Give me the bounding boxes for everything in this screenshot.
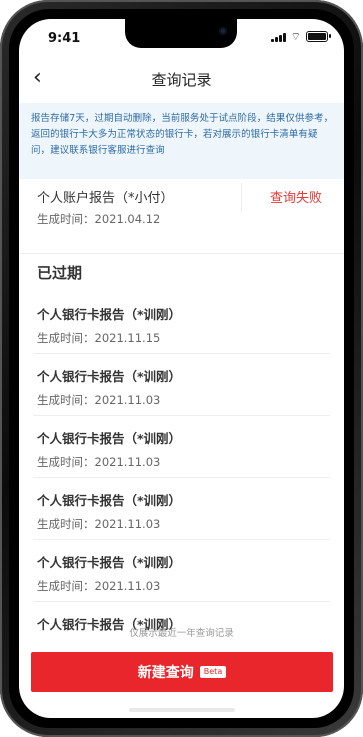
footnote: 仅展示最近一年查询记录 <box>129 628 234 639</box>
wifi-icon: ⌔ <box>290 29 301 43</box>
navbar: ‹ 查询记录 <box>19 61 344 99</box>
list-item[interactable]: 个人银行卡报告（*训刚） 生成时间：2021.11.03 <box>19 354 344 416</box>
expired-section-header: 已过期 <box>37 264 83 282</box>
beta-badge: Beta <box>199 666 227 678</box>
divider <box>241 183 242 213</box>
screen: 9:41 ⌔ ‹ 查询记录 报告存储7天，过期自动删除，当前服务处于试点阶段，结… <box>19 19 344 718</box>
battery-icon <box>306 31 331 42</box>
list-item-time: 生成时间：2021.11.03 <box>37 455 161 469</box>
list-item[interactable]: 个人银行卡报告（*训刚） 生成时间：2021.11.03 <box>19 540 344 602</box>
expired-list: 个人银行卡报告（*训刚） 生成时间：2021.11.15 个人银行卡报告（*训刚… <box>19 292 344 652</box>
list-item[interactable]: 个人银行卡报告（*训刚） 生成时间：2021.11.15 <box>19 292 344 354</box>
list-item-title: 个人银行卡报告（*训刚） <box>37 555 182 570</box>
list-item-title: 个人银行卡报告（*训刚） <box>37 493 182 508</box>
camera-icon <box>219 27 227 35</box>
home-indicator <box>129 708 235 712</box>
signal-icon <box>270 32 286 42</box>
list-item[interactable]: 个人银行卡报告（*训刚） 生成时间：2021.11.03 <box>19 478 344 540</box>
record-title: 个人账户报告（*小付） <box>37 191 174 206</box>
list-item-title: 个人银行卡报告（*训刚） <box>37 369 182 384</box>
status-icons: ⌔ <box>270 29 331 43</box>
new-query-button[interactable]: 新建查询 Beta <box>31 652 333 692</box>
list-item[interactable]: 个人银行卡报告（*训刚） 生成时间：2021.11.03 <box>19 416 344 478</box>
phone-frame: 9:41 ⌔ ‹ 查询记录 报告存储7天，过期自动删除，当前服务处于试点阶段，结… <box>0 0 363 737</box>
status-badge: 查询失败 <box>270 191 323 206</box>
list-item-time: 生成时间：2021.11.03 <box>37 393 161 407</box>
list-item-title: 个人银行卡报告（*训刚） <box>37 431 182 446</box>
page-title: 查询记录 <box>151 71 212 89</box>
current-record-card[interactable]: 个人账户报告（*小付） 生成时间：2021.04.12 查询失败 <box>19 181 344 254</box>
status-time: 9:41 <box>48 31 81 46</box>
list-item-title: 个人银行卡报告（*训刚） <box>37 307 182 322</box>
list-item-time: 生成时间：2021.11.03 <box>37 517 161 531</box>
list-item-time: 生成时间：2021.11.15 <box>37 331 161 345</box>
list-item-time: 生成时间：2021.11.03 <box>37 579 161 593</box>
new-query-label: 新建查询 <box>137 665 194 681</box>
notice-banner: 报告存储7天，过期自动删除，当前服务处于试点阶段，结果仅供参考，返回的银行卡大多… <box>19 103 344 179</box>
record-time: 生成时间：2021.04.12 <box>37 212 161 226</box>
